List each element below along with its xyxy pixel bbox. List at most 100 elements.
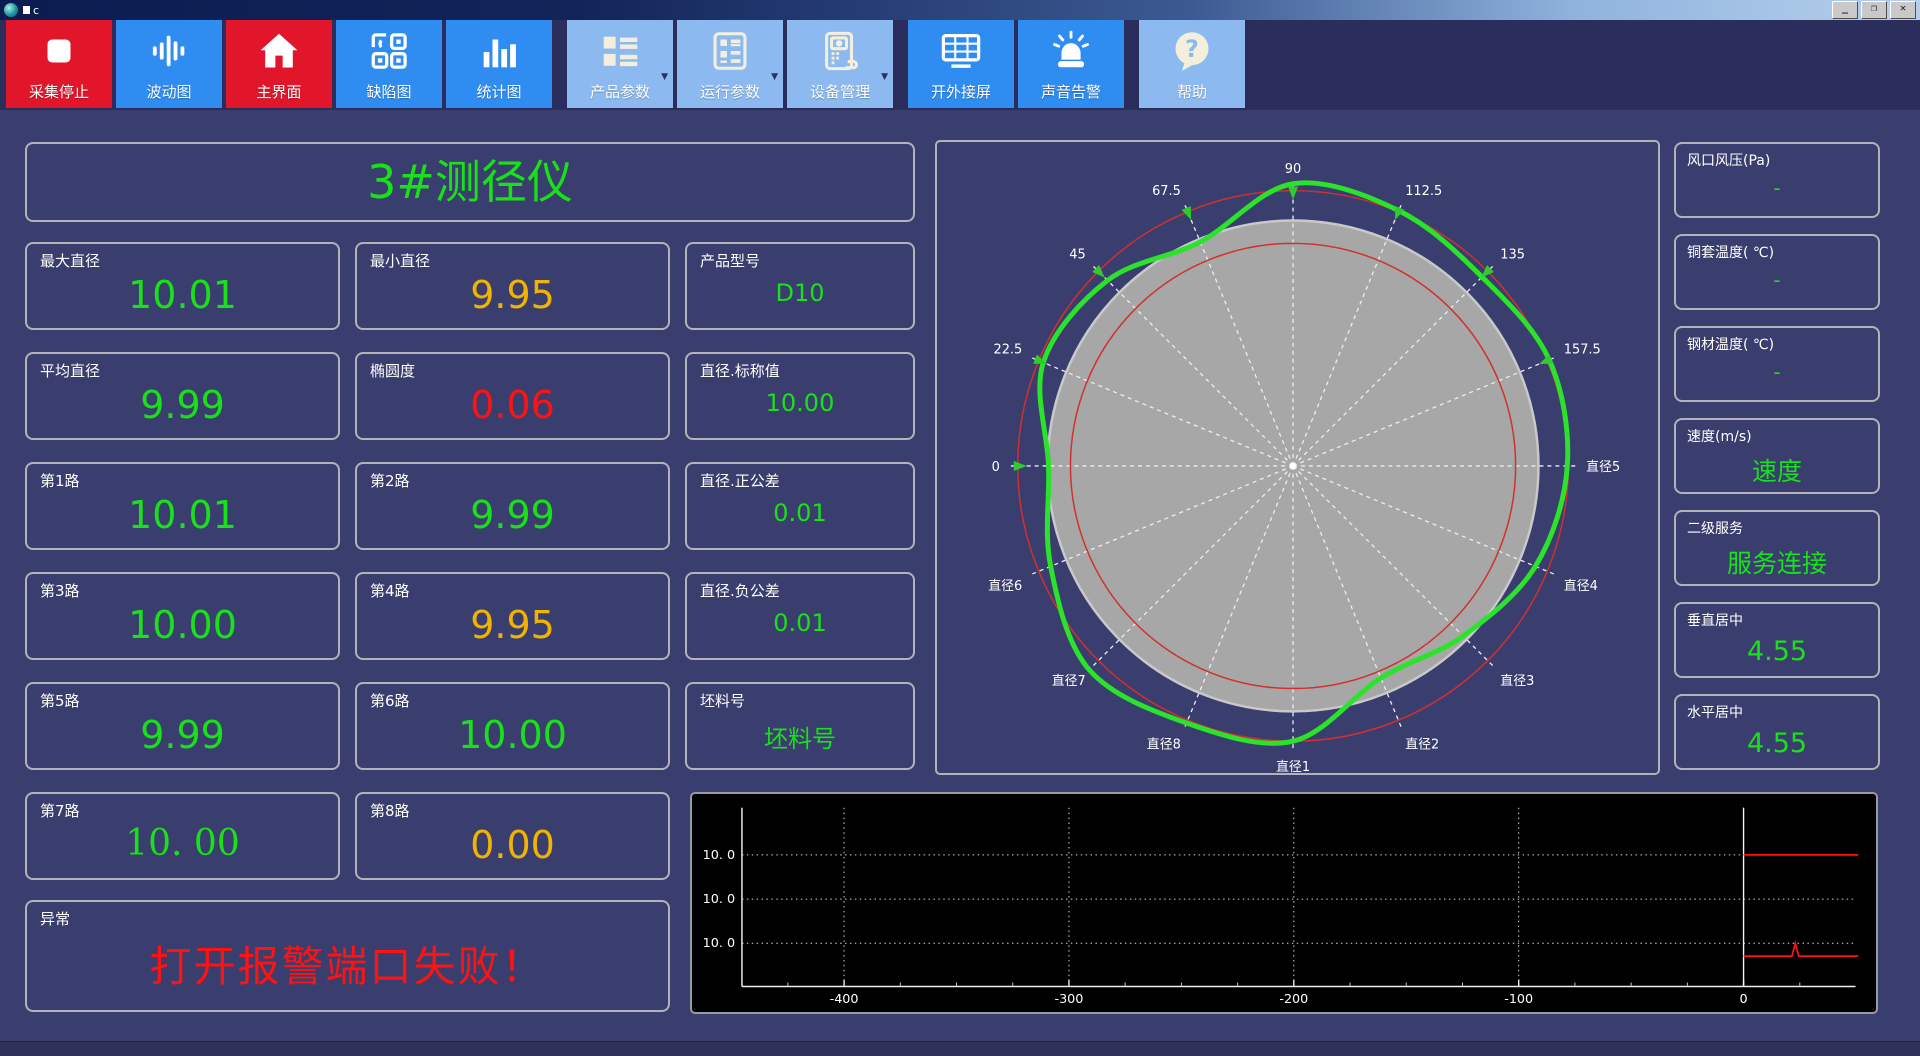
minimize-button[interactable]: _ — [1832, 1, 1858, 19]
svg-text:直径4: 直径4 — [1564, 579, 1598, 594]
status-label: 风口风压(Pa) — [1687, 153, 1771, 169]
metric-box-6: 第3路 10.00 — [25, 572, 340, 660]
external-screen-icon — [938, 28, 984, 74]
metric-box-param-4: 坯料号 坯料号 — [685, 682, 915, 770]
svg-text:45: 45 — [1069, 248, 1085, 263]
metric-value: 0.06 — [470, 383, 555, 427]
metric-label: 坯料号 — [700, 692, 746, 710]
alarm-label: 异常 — [40, 910, 71, 928]
metric-label: 直径.负公差 — [700, 582, 780, 600]
svg-text:135: 135 — [1500, 248, 1525, 263]
metric-box-2: 平均直径 9.99 — [25, 352, 340, 440]
metric-value: 0.01 — [773, 609, 827, 637]
run-params-icon — [707, 28, 753, 74]
bar-chart-icon — [476, 28, 522, 74]
status-label: 二级服务 — [1687, 521, 1743, 537]
toolbar-button-label: 主界面 — [256, 83, 302, 101]
svg-text:0: 0 — [1740, 992, 1748, 1007]
metric-box-7: 第4路 9.95 — [355, 572, 670, 660]
toolbar-button-defect-chart[interactable]: 缺陷图 — [336, 20, 442, 108]
toolbar-button-help[interactable]: ? 帮助 — [1139, 20, 1245, 108]
toolbar-button-device-management[interactable]: 设备管理 ▼ — [787, 20, 893, 108]
metric-box-4: 第1路 10.01 — [25, 462, 340, 550]
status-label: 铜套温度( ℃) — [1687, 245, 1775, 261]
measurement-grid: 最大直径 10.01 最小直径 9.95 产品型号 D10 平均直径 9.99 椭圆度 0.06 直… — [25, 242, 915, 880]
roundness-polar-chart-panel: 直径5 157.5 135 112.5 90 67.5 45 22.5 0 直径6 直径7 直径8 直径… — [935, 140, 1660, 775]
metric-value: 10. 00 — [125, 823, 240, 864]
svg-text:112.5: 112.5 — [1405, 184, 1442, 199]
chevron-down-icon[interactable]: ▼ — [661, 72, 668, 82]
status-label: 垂直居中 — [1687, 613, 1743, 629]
metric-box-11: 第8路 0.00 — [355, 792, 670, 880]
metric-label: 第3路 — [40, 582, 80, 600]
metric-value: 9.99 — [140, 713, 225, 757]
toolbar-button-label: 波动图 — [146, 83, 192, 101]
status-value: 4.55 — [1746, 636, 1808, 667]
metric-value: D10 — [775, 279, 825, 307]
svg-text:22.5: 22.5 — [993, 343, 1022, 358]
toolbar-button-wave-chart[interactable]: 波动图 — [116, 20, 222, 108]
status-value: 速度 — [1751, 457, 1802, 486]
status-box-1: 铜套温度( ℃) - — [1674, 234, 1880, 310]
svg-text:-200: -200 — [1279, 992, 1308, 1007]
metric-label: 产品型号 — [700, 252, 761, 270]
status-value: 4.55 — [1746, 728, 1808, 759]
metric-box-8: 第5路 9.99 — [25, 682, 340, 770]
toolbar-button-run-params[interactable]: 运行参数 ▼ — [677, 20, 783, 108]
metric-value: 9.95 — [470, 273, 555, 317]
metric-box-param-3: 直径.负公差 0.01 — [685, 572, 915, 660]
metric-label: 最大直径 — [40, 252, 101, 270]
metric-box-9: 第6路 10.00 — [355, 682, 670, 770]
metric-box-10: 第7路 10. 00 — [25, 792, 340, 880]
restore-button[interactable]: ❐ — [1861, 1, 1887, 19]
stop-icon — [36, 28, 82, 74]
diameter-trend-chart-panel: 10. 0 10. 0 10. 0 -400 -300 -200 -100 0 — [690, 792, 1878, 1014]
defect-map-icon — [366, 28, 412, 74]
svg-text:直径7: 直径7 — [1052, 674, 1086, 689]
window-titlebar: c _ ❐ ✕ — [0, 0, 1920, 20]
status-label: 速度(m/s) — [1687, 429, 1752, 445]
metric-label: 直径.标称值 — [700, 362, 780, 380]
chevron-down-icon[interactable]: ▼ — [771, 72, 778, 82]
status-value: - — [1773, 360, 1781, 384]
metric-box-param-0: 产品型号 D10 — [685, 242, 915, 330]
close-button[interactable]: ✕ — [1890, 1, 1916, 19]
svg-text:10. 0: 10. 0 — [703, 848, 735, 863]
metric-box-param-2: 直径.正公差 0.01 — [685, 462, 915, 550]
toolbar-button-sound-alarm[interactable]: 声音告警 — [1018, 20, 1124, 108]
alarm-message: 打开报警端口失败！ — [149, 942, 546, 991]
svg-text:直径2: 直径2 — [1405, 738, 1439, 753]
toolbar-button-statistics-chart[interactable]: 统计图 — [446, 20, 552, 108]
svg-text:-100: -100 — [1504, 992, 1533, 1007]
waveform-icon — [146, 28, 192, 74]
toolbar-button-stop-acquisition[interactable]: 采集停止 — [6, 20, 112, 108]
metric-label: 直径.正公差 — [700, 472, 780, 490]
chevron-down-icon[interactable]: ▼ — [881, 72, 888, 82]
metric-label: 第7路 — [40, 802, 80, 820]
window-title-text: c — [33, 3, 40, 17]
toolbar: 采集停止 波动图 主界面 缺陷图 统计图 产品参数 ▼ 运行参数 ▼ 设备管理 ▼ 开外接屏 声音告警?… — [0, 20, 1245, 108]
metric-value: 9.95 — [470, 603, 555, 647]
toolbar-button-product-params[interactable]: 产品参数 ▼ — [567, 20, 673, 108]
toolbar-button-main-screen[interactable]: 主界面 — [226, 20, 332, 108]
metric-value: 0.01 — [773, 499, 827, 527]
roundness-polar-chart: 直径5 157.5 135 112.5 90 67.5 45 22.5 0 直径6 直径7 直径8 直径… — [988, 162, 1620, 773]
metric-box-3: 椭圆度 0.06 — [355, 352, 670, 440]
toolbar-button-label: 开外接屏 — [930, 83, 991, 101]
svg-text:10. 0: 10. 0 — [703, 936, 735, 951]
svg-text:10. 0: 10. 0 — [703, 892, 735, 907]
metric-label: 椭圆度 — [370, 362, 416, 380]
status-box-4: 二级服务 服务连接 — [1674, 510, 1880, 586]
gauge-title: 3#测径仪 — [367, 155, 573, 209]
toolbar-button-label: 统计图 — [476, 83, 522, 101]
toolbar-button-label: 采集停止 — [28, 83, 89, 101]
help-icon: ? — [1169, 28, 1215, 74]
metric-value: 10.00 — [765, 389, 835, 417]
metric-box-5: 第2路 9.99 — [355, 462, 670, 550]
toolbar-button-external-screen[interactable]: 开外接屏 — [908, 20, 1014, 108]
svg-text:直径3: 直径3 — [1500, 674, 1534, 689]
metric-box-param-1: 直径.标称值 10.00 — [685, 352, 915, 440]
svg-text:直径5: 直径5 — [1586, 460, 1620, 475]
metric-value: 坯料号 — [764, 725, 836, 753]
window-bottom-edge — [0, 1041, 1920, 1056]
